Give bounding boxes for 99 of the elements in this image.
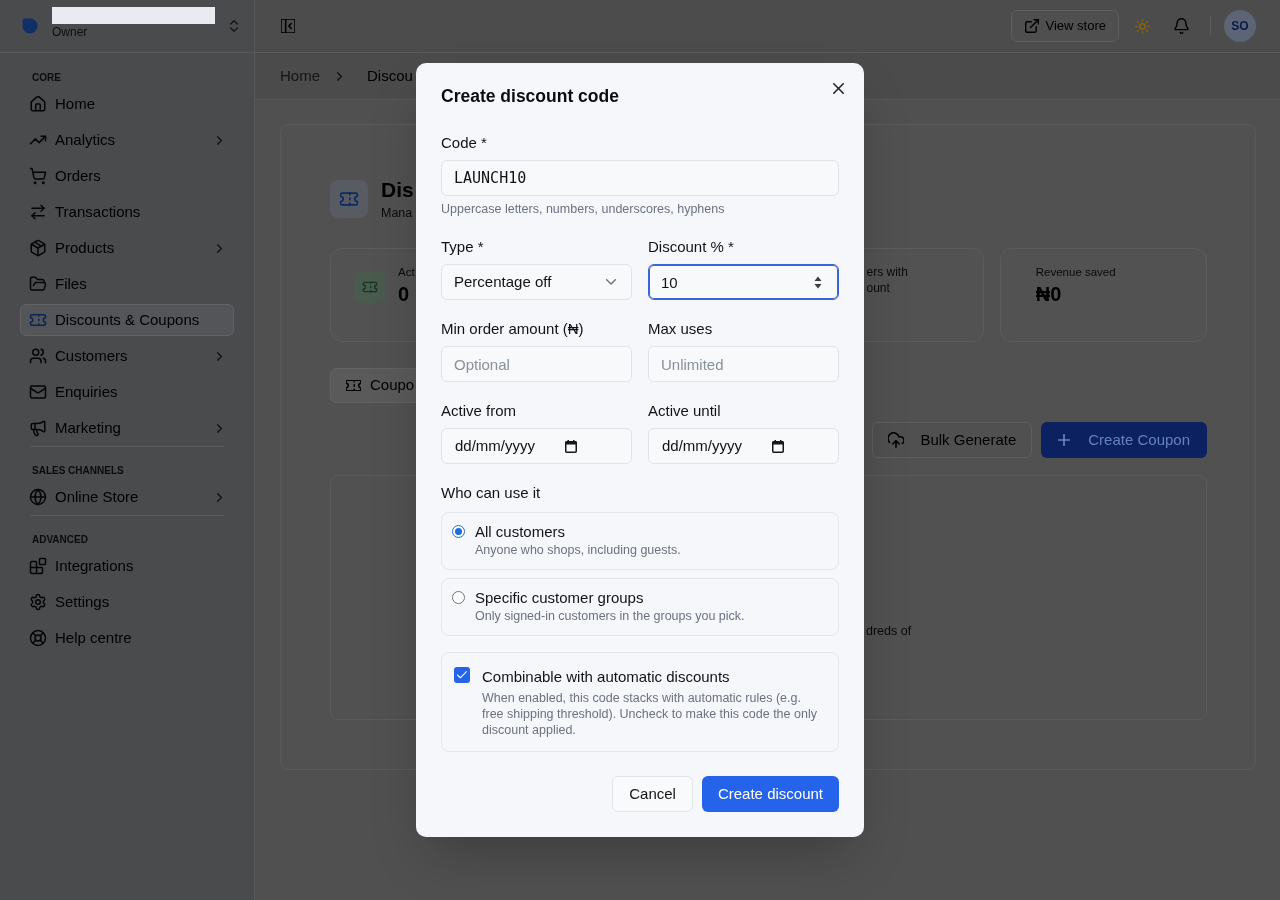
radio-button[interactable] — [452, 525, 465, 538]
swap-arrows-icon — [29, 203, 47, 221]
section-label: SALES CHANNELS — [31, 465, 125, 477]
avatar[interactable]: SO — [1224, 10, 1256, 42]
stat-value: ₦0 — [1035, 282, 1063, 307]
code-input[interactable]: LAUNCH10 — [441, 160, 839, 196]
text-input[interactable]: Unlimited — [648, 346, 839, 382]
sidebar-item[interactable]: Integrations — [20, 550, 234, 582]
sidebar-item[interactable]: Products — [20, 232, 234, 264]
field-label: Discount % * — [648, 237, 734, 257]
chevron-right-icon — [217, 351, 222, 361]
stat-label: ers with — [866, 264, 908, 280]
field-label: Code * — [441, 133, 487, 153]
field-label: Active from — [441, 401, 516, 421]
folder-icon — [29, 275, 47, 293]
check-icon — [457, 671, 467, 679]
cloud-upload-icon — [888, 432, 905, 448]
blocks-icon — [29, 557, 47, 575]
sidebar-item[interactable]: Analytics — [20, 124, 234, 156]
number-input[interactable]: 10 — [648, 264, 839, 300]
stat-label: Revenue saved — [1035, 265, 1116, 280]
stepper-arrows-icon[interactable] — [814, 276, 822, 289]
plus-icon — [1058, 434, 1071, 446]
sidebar-item[interactable]: Transactions — [20, 196, 234, 228]
people-icon — [29, 347, 47, 365]
stat-value: 0 — [398, 282, 411, 307]
option-description: When enabled, this code stacks with automatic rules (e.g. free shipping threshold). Uncheck to make this code the only discount applied. — [482, 690, 818, 738]
sidebar-toggle-icon[interactable] — [281, 19, 295, 33]
sidebar-item[interactable]: Orders — [20, 160, 234, 192]
type-select[interactable]: Percentage off — [441, 264, 632, 300]
date-input[interactable]: dd/mm/yyyy — [441, 428, 632, 464]
chevron-right-icon — [337, 71, 342, 81]
option-title: Combinable with automatic discounts — [482, 667, 731, 687]
globe-icon — [29, 488, 47, 506]
chevron-down-icon — [606, 279, 616, 285]
bulk-generate-button[interactable]: Bulk Generate — [872, 422, 1033, 458]
audience-option[interactable]: Specific customer groups Only signed-in customers in the groups you pick. — [441, 578, 839, 636]
sidebar-item[interactable]: Files — [20, 268, 234, 300]
sidebar-item[interactable]: Settings — [20, 586, 234, 618]
audience-option[interactable]: All customers Anyone who shops, including guests. — [441, 512, 839, 570]
section-label: ADVANCED — [31, 534, 89, 546]
stat-label: Act — [398, 265, 415, 280]
close-icon[interactable] — [833, 83, 844, 94]
logo-icon — [22, 18, 38, 34]
workspace-role: Owner — [52, 25, 89, 39]
sidebar-item[interactable]: Online Store — [20, 481, 234, 513]
box-icon — [29, 239, 47, 257]
dialog-title: Create discount code — [441, 85, 619, 108]
cancel-button[interactable]: Cancel — [612, 776, 693, 812]
calendar-icon[interactable] — [772, 439, 784, 453]
page-subtitle: Mana — [381, 205, 414, 222]
sidebar-item[interactable]: Discounts & Coupons — [20, 304, 234, 336]
cart-icon — [29, 167, 47, 185]
submit-button[interactable]: Create discount — [701, 776, 839, 812]
house-icon — [29, 95, 47, 113]
calendar-icon[interactable] — [565, 439, 577, 453]
text-input[interactable]: Optional — [441, 346, 632, 382]
megaphone-icon — [29, 419, 47, 437]
field-label: Type * — [441, 237, 484, 257]
sidebar-item[interactable]: Home — [20, 88, 234, 120]
field-label: Max uses — [648, 319, 713, 339]
create-button[interactable]: Create Coupon — [1041, 422, 1207, 458]
lifebuoy-icon — [29, 629, 47, 647]
section-label: CORE — [31, 72, 62, 84]
group-label: Who can use it — [441, 483, 541, 503]
option-title: All customers — [475, 522, 567, 542]
chevron-right-icon — [217, 492, 222, 502]
option-title: Specific customer groups — [475, 588, 645, 608]
ticket-icon — [330, 180, 368, 218]
workspace-switcher[interactable]: Owner — [0, 0, 254, 53]
empty-state-text: dreds of — [866, 623, 913, 640]
bell-icon[interactable] — [1174, 18, 1189, 34]
sidebar-item[interactable]: Enquiries — [20, 376, 234, 408]
sidebar-item[interactable]: Customers — [20, 340, 234, 372]
sidebar-item[interactable]: Marketing — [20, 412, 234, 444]
radio-button[interactable] — [452, 591, 465, 604]
checkbox[interactable] — [454, 667, 470, 683]
stat-label: ount — [866, 280, 891, 296]
field-label: Min order amount (₦) — [441, 319, 584, 339]
envelope-icon — [29, 383, 47, 401]
field-label: Active until — [648, 401, 721, 421]
sidebar-item[interactable]: Help centre — [20, 622, 234, 654]
ticket-icon — [354, 271, 386, 303]
chevron-right-icon — [217, 243, 222, 253]
ticket-icon — [346, 380, 361, 391]
combinable-option[interactable]: Combinable with automatic discounts When enabled, this code stacks with automatic rules (e.g. free shipping threshold). Uncheck to make this code the only discount applied. — [441, 652, 839, 752]
chevron-right-icon — [217, 135, 222, 145]
settings-icon — [29, 593, 47, 611]
breadcrumb-current: Discou — [367, 66, 413, 86]
page-title: Dis — [381, 177, 414, 203]
field-hint: Uppercase letters, numbers, underscores, hyphens — [441, 201, 725, 217]
ticket-icon — [29, 311, 47, 329]
option-description: Anyone who shops, including guests. — [475, 542, 681, 558]
date-input[interactable]: dd/mm/yyyy — [648, 428, 839, 464]
view-store-button[interactable]: View store — [1010, 10, 1119, 42]
chevrons-up-down-icon — [230, 19, 238, 33]
option-description: Only signed-in customers in the groups you pick. — [475, 608, 745, 624]
chevron-right-icon — [217, 423, 222, 433]
external-link-icon — [1024, 19, 1039, 33]
